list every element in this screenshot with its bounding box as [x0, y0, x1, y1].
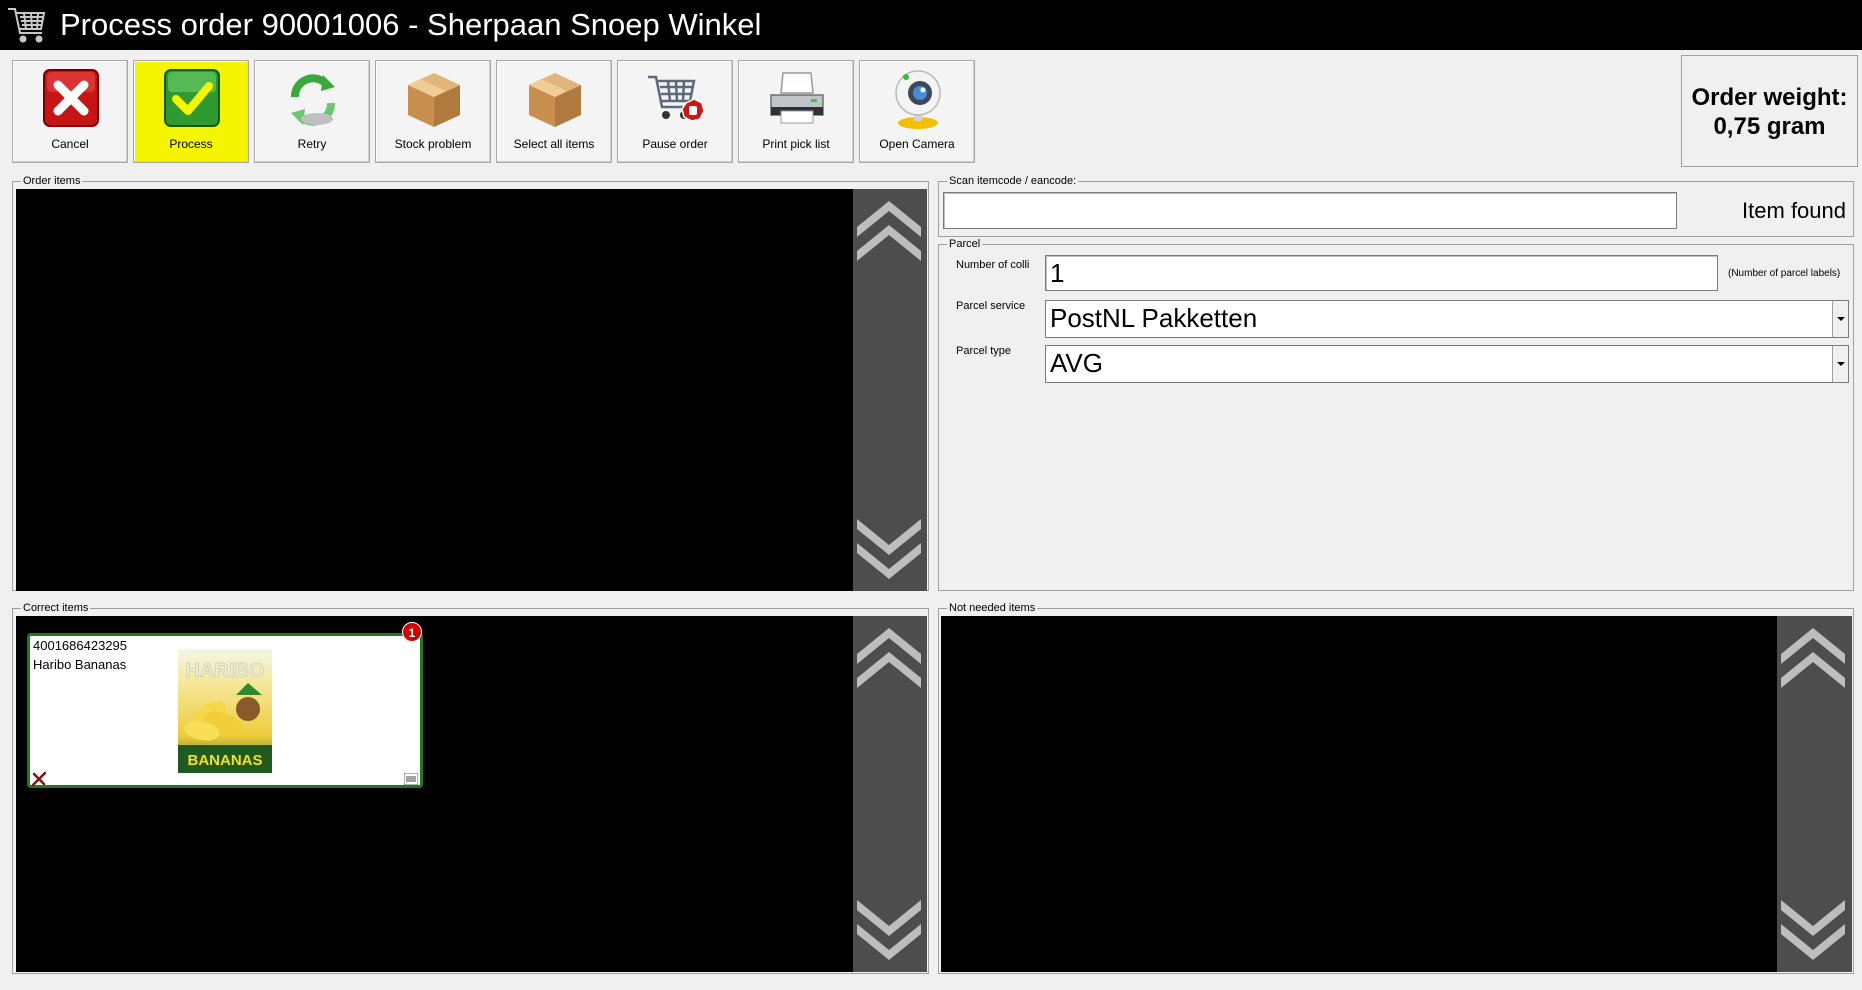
- item-count-badge: 1: [402, 622, 422, 642]
- chevron-down-icon[interactable]: [1832, 301, 1848, 337]
- chevron-down-icon[interactable]: [853, 515, 925, 587]
- order-weight-value: 0,75 gram: [1713, 113, 1826, 140]
- print-pick-list-label: Print pick list: [762, 137, 830, 151]
- printer-icon: [770, 72, 824, 124]
- stock-problem-label: Stock problem: [394, 137, 472, 151]
- scan-status: Item found: [1742, 198, 1846, 223]
- list-item[interactable]: 4001686423295 Haribo Bananas HARIBO BANA…: [27, 633, 423, 788]
- barcode-icon: [404, 773, 418, 785]
- product-brand-text: HARIBO: [186, 660, 265, 682]
- check-icon: [164, 69, 220, 127]
- correct-items-legend: Correct items: [21, 601, 91, 615]
- pause-order-label: Pause order: [642, 137, 708, 151]
- order-items-legend: Order items: [21, 174, 83, 188]
- chevron-up-icon[interactable]: [853, 620, 925, 692]
- colli-hint: (Number of parcel labels): [1728, 268, 1841, 279]
- open-camera-button[interactable]: Open Camera: [859, 60, 975, 163]
- scan-input[interactable]: [943, 192, 1677, 229]
- retry-label: Retry: [297, 137, 327, 151]
- box-icon: [408, 73, 460, 127]
- product-image: HARIBO BANANAS: [178, 649, 272, 773]
- retry-icon: [291, 74, 335, 126]
- select-all-items-label: Select all items: [513, 137, 595, 151]
- chevron-down-icon[interactable]: [853, 896, 925, 968]
- title-bar: Process order 90001006 - Sherpaan Snoep …: [0, 0, 1862, 50]
- window-title: Process order 90001006 - Sherpaan Snoep …: [60, 7, 762, 42]
- parcel-type-value: AVG: [1050, 348, 1103, 378]
- chevron-up-icon[interactable]: [853, 193, 925, 265]
- colli-label: Number of colli: [956, 259, 1030, 271]
- box-icon: [529, 73, 581, 127]
- parcel-type-label: Parcel type: [956, 345, 1012, 357]
- remove-icon[interactable]: [31, 771, 47, 787]
- not-needed-items-list[interactable]: [941, 616, 1777, 972]
- parcel-legend: Parcel: [947, 237, 983, 251]
- parcel-service-select[interactable]: PostNL Pakketten: [1045, 300, 1849, 338]
- chevron-up-icon[interactable]: [1777, 620, 1849, 692]
- correct-items-scrollbar[interactable]: [853, 616, 927, 972]
- parcel-service-value: PostNL Pakketten: [1050, 303, 1258, 333]
- chevron-down-icon[interactable]: [1832, 346, 1848, 382]
- chevron-down-icon[interactable]: [1777, 896, 1849, 968]
- not-needed-items-scrollbar[interactable]: [1777, 616, 1852, 972]
- parcel-service-label: Parcel service: [956, 300, 1026, 312]
- process-label: Process: [169, 137, 213, 151]
- cart-stop-icon: [648, 75, 705, 122]
- item-name: Haribo Bananas: [33, 657, 127, 672]
- webcam-icon: [895, 70, 941, 129]
- order-weight-panel: Order weight: 0,75 gram: [1681, 55, 1858, 167]
- print-pick-list-button[interactable]: Print pick list: [738, 60, 854, 163]
- process-button[interactable]: Process: [133, 60, 249, 163]
- parcel-type-select[interactable]: AVG: [1045, 345, 1849, 383]
- not-needed-items-legend: Not needed items: [947, 601, 1038, 615]
- order-weight-label: Order weight:: [1691, 84, 1848, 111]
- order-items-scrollbar[interactable]: [853, 189, 927, 591]
- cancel-button[interactable]: Cancel: [12, 60, 128, 163]
- scan-legend: Scan itemcode / eancode:: [947, 174, 1079, 188]
- retry-button[interactable]: Retry: [254, 60, 370, 163]
- parcel-group: Parcel: [938, 237, 1854, 591]
- pause-order-button[interactable]: Pause order: [617, 60, 733, 163]
- cancel-label: Cancel: [51, 137, 89, 151]
- cancel-icon: [43, 69, 99, 127]
- order-items-list[interactable]: [16, 189, 853, 591]
- product-name-text: BANANAS: [188, 752, 263, 769]
- select-all-items-button[interactable]: Select all items: [496, 60, 612, 163]
- colli-input[interactable]: 1: [1045, 255, 1718, 291]
- open-camera-label: Open Camera: [879, 137, 955, 151]
- item-code: 4001686423295: [33, 638, 127, 653]
- stock-problem-button[interactable]: Stock problem: [375, 60, 491, 163]
- shopping-cart-icon: [8, 8, 46, 43]
